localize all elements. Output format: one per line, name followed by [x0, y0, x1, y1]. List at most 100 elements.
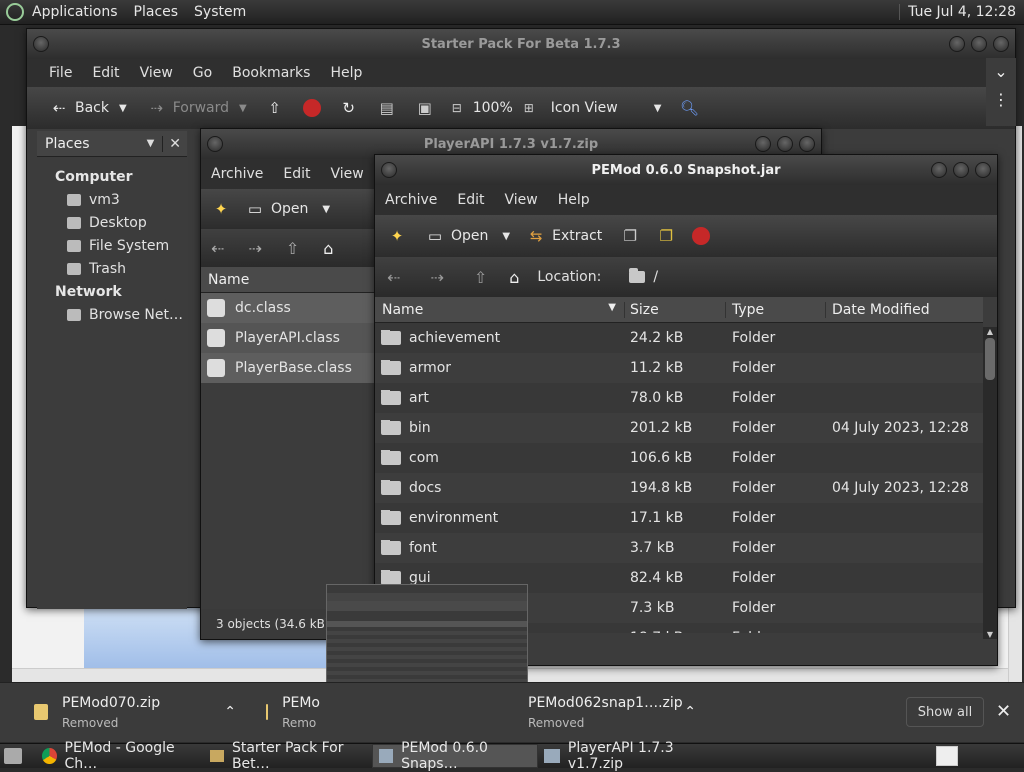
menu-help[interactable]: Help	[558, 192, 590, 208]
home-folder-icon[interactable]: ▤	[377, 98, 397, 118]
table-row[interactable]: environment 17.1 kB Folder	[375, 503, 983, 533]
task-playerapi[interactable]: PlayerAPI 1.7.3 v1.7.zip	[538, 740, 738, 772]
chevron-down-icon[interactable]: ▼	[502, 231, 510, 242]
back-arrow-icon[interactable]: ⇠	[211, 239, 224, 258]
search-icon[interactable]: 🔍︎	[679, 98, 699, 118]
window-menu-icon[interactable]	[33, 36, 49, 52]
menu-help[interactable]: Help	[330, 65, 362, 81]
places-menu[interactable]: Places	[134, 4, 179, 20]
new-archive-icon[interactable]: ✦	[211, 199, 231, 219]
menu-view[interactable]: View	[505, 192, 538, 208]
add-files-icon[interactable]: ❐	[620, 226, 640, 246]
location-path[interactable]: /	[653, 269, 658, 285]
sidebar-item-filesystem[interactable]: File System	[37, 234, 187, 257]
up-arrow-icon[interactable]: ⇧	[265, 98, 285, 118]
close-icon[interactable]	[993, 36, 1009, 52]
pemod-titlebar[interactable]: PEMod 0.6.0 Snapshot.jar	[375, 155, 997, 185]
download-item[interactable]: PEMod070.zip Removed ⌃	[0, 685, 250, 739]
new-archive-icon[interactable]: ✦	[387, 226, 407, 246]
up-arrow-icon[interactable]: ⇧	[286, 239, 299, 258]
chevron-up-icon[interactable]: ⌃	[224, 704, 236, 720]
forward-arrow-icon[interactable]: ⇢	[430, 268, 443, 287]
forward-button[interactable]: ⇢ Forward ▼	[147, 98, 247, 118]
menu-archive[interactable]: Archive	[385, 192, 437, 208]
gnome-logo-icon[interactable]	[6, 3, 24, 21]
column-size[interactable]: Size	[625, 301, 726, 318]
chevron-up-icon[interactable]: ⌃	[684, 704, 696, 720]
forward-arrow-icon[interactable]: ⇢	[248, 239, 261, 258]
menu-go[interactable]: Go	[193, 65, 212, 81]
window-menu-icon[interactable]	[207, 136, 223, 152]
show-desktop-icon[interactable]	[4, 748, 22, 764]
open-button[interactable]: ▭ Open ▼	[245, 199, 330, 219]
sidebar-item-vm3[interactable]: vm3	[37, 188, 187, 211]
table-row[interactable]: com 106.6 kB Folder	[375, 443, 983, 473]
back-button[interactable]: ⇠ Back ▼	[49, 98, 127, 118]
add-folder-icon[interactable]: ❐	[656, 226, 676, 246]
menu-edit[interactable]: Edit	[283, 166, 310, 182]
menu-file[interactable]: File	[49, 65, 72, 81]
up-arrow-icon[interactable]: ⇧	[474, 268, 487, 287]
table-row[interactable]: armor 11.2 kB Folder	[375, 353, 983, 383]
menu-edit[interactable]: Edit	[92, 65, 119, 81]
table-row[interactable]: bin 201.2 kB Folder 04 July 2023, 12:28	[375, 413, 983, 443]
chevron-down-icon[interactable]: ▼	[239, 103, 247, 114]
column-name[interactable]: Name ▼	[375, 301, 625, 318]
show-all-button[interactable]: Show all	[906, 697, 984, 727]
home-icon[interactable]: ⌂	[509, 268, 519, 287]
workspace-switcher-icon[interactable]	[936, 746, 958, 766]
chevron-down-icon[interactable]: ▼	[147, 138, 155, 149]
zoom-in-icon[interactable]: ⊞	[519, 98, 539, 118]
close-sidebar-icon[interactable]: ✕	[162, 135, 181, 152]
menu-archive[interactable]: Archive	[211, 166, 263, 182]
sidebar-places-select[interactable]: Places	[37, 136, 147, 152]
close-icon[interactable]	[975, 162, 991, 178]
applications-menu[interactable]: Applications	[32, 4, 118, 20]
pemod-scrollbar[interactable]: ▲ ▼	[983, 327, 997, 639]
scroll-thumb[interactable]	[985, 338, 995, 380]
stop-icon[interactable]	[302, 99, 321, 117]
maximize-icon[interactable]	[971, 36, 987, 52]
reload-icon[interactable]: ↻	[339, 98, 359, 118]
computer-icon[interactable]: ▣	[415, 98, 435, 118]
view-mode-select[interactable]: Icon View ▼	[551, 100, 662, 116]
menu-view[interactable]: View	[140, 65, 173, 81]
chevron-down-icon[interactable]: ▼	[119, 103, 127, 114]
open-button[interactable]: ▭ Open ▼	[425, 226, 510, 246]
scroll-down-icon[interactable]: ▼	[983, 630, 997, 639]
menu-view[interactable]: View	[331, 166, 364, 182]
clock[interactable]: Tue Jul 4, 12:28	[899, 4, 1016, 20]
table-row[interactable]: art 78.0 kB Folder	[375, 383, 983, 413]
stop-icon[interactable]	[692, 227, 711, 245]
nautilus-titlebar[interactable]: Starter Pack For Beta 1.7.3	[27, 29, 1015, 59]
sidebar-item-desktop[interactable]: Desktop	[37, 211, 187, 234]
sidebar-item-trash[interactable]: Trash	[37, 257, 187, 280]
back-arrow-icon[interactable]: ⇠	[387, 268, 400, 287]
menu-bookmarks[interactable]: Bookmarks	[232, 65, 310, 81]
sidebar-item-browse-network[interactable]: Browse Net…	[37, 303, 187, 326]
extract-button[interactable]: ⇆ Extract	[526, 226, 602, 246]
task-starter-pack[interactable]: Starter Pack For Bet…	[204, 740, 372, 772]
download-item[interactable]: PEMod062snap1….zip Removed ⌃	[520, 685, 710, 739]
download-item[interactable]: PEMo Remo	[250, 685, 320, 739]
home-icon[interactable]: ⌂	[323, 239, 333, 258]
column-date-modified[interactable]: Date Modified	[826, 302, 983, 318]
table-row[interactable]: docs 194.8 kB Folder 04 July 2023, 12:28	[375, 473, 983, 503]
close-icon[interactable]	[799, 136, 815, 152]
maximize-icon[interactable]	[953, 162, 969, 178]
minimize-icon[interactable]	[949, 36, 965, 52]
system-menu[interactable]: System	[194, 4, 246, 20]
minimize-icon[interactable]	[931, 162, 947, 178]
menu-edit[interactable]: Edit	[457, 192, 484, 208]
task-pemod[interactable]: PEMod 0.6.0 Snaps…	[372, 740, 538, 772]
column-type[interactable]: Type	[726, 301, 826, 318]
maximize-icon[interactable]	[777, 136, 793, 152]
window-menu-icon[interactable]	[381, 162, 397, 178]
scroll-up-icon[interactable]: ▲	[983, 327, 997, 336]
close-shelf-icon[interactable]: ✕	[996, 701, 1011, 722]
table-row[interactable]: achievement 24.2 kB Folder	[375, 323, 983, 353]
task-chrome[interactable]: PEMod - Google Ch…	[36, 740, 204, 772]
minimize-icon[interactable]	[755, 136, 771, 152]
zoom-out-icon[interactable]: ⊟	[447, 98, 467, 118]
table-row[interactable]: font 3.7 kB Folder	[375, 533, 983, 563]
